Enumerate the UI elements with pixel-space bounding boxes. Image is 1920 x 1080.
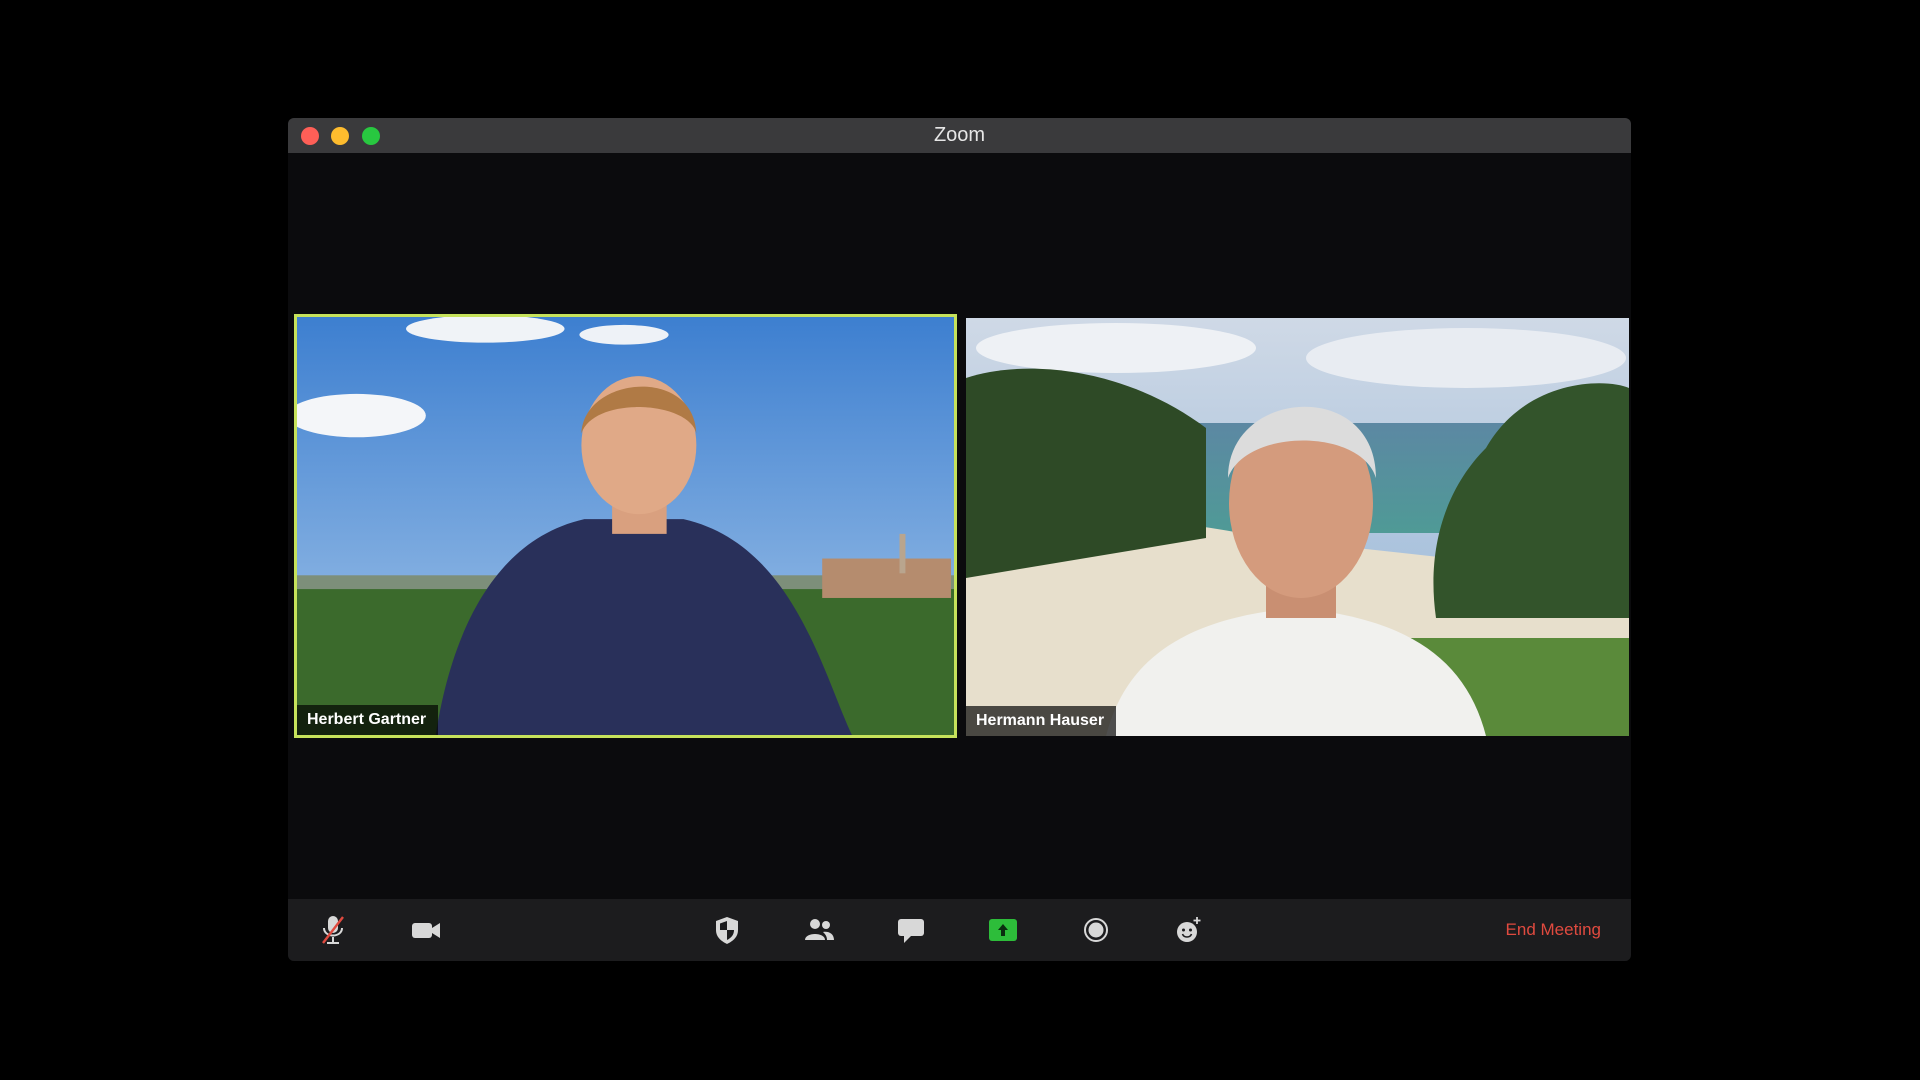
participant-name-label: Hermann Hauser [966,706,1117,736]
end-meeting-button[interactable]: End Meeting [1506,920,1601,940]
window-title: Zoom [933,124,986,146]
participant-name-label: Herbert Gartner [297,705,439,735]
security-shield-icon [716,917,738,944]
stop-video-button[interactable] [408,913,444,947]
record-button[interactable] [1078,913,1114,947]
meeting-toolbar: End Meeting [288,899,1631,961]
participant-video-feed [297,317,954,735]
reactions-button[interactable] [1170,913,1206,947]
chat-icon [898,919,924,943]
security-button[interactable] [709,913,745,947]
share-screen-icon [989,919,1017,941]
participants-icon [805,919,834,940]
participant-video-feed [966,318,1629,736]
record-icon [1084,918,1108,942]
microphone-muted-icon [322,916,344,944]
title-bar[interactable]: Zoom [288,118,1631,153]
share-screen-button[interactable] [985,913,1021,947]
participant-video-tile-2[interactable]: Hermann Hauser [966,318,1629,736]
chat-button[interactable] [893,913,929,947]
participants-button[interactable] [801,913,837,947]
participant-video-tile-1[interactable]: Herbert Gartner [294,314,957,738]
zoom-window: Zoom Herbert Gartner Hermann Hauser End … [288,118,1631,961]
video-camera-icon [412,923,440,938]
mute-button[interactable] [315,913,351,947]
reactions-icon [1177,917,1201,942]
